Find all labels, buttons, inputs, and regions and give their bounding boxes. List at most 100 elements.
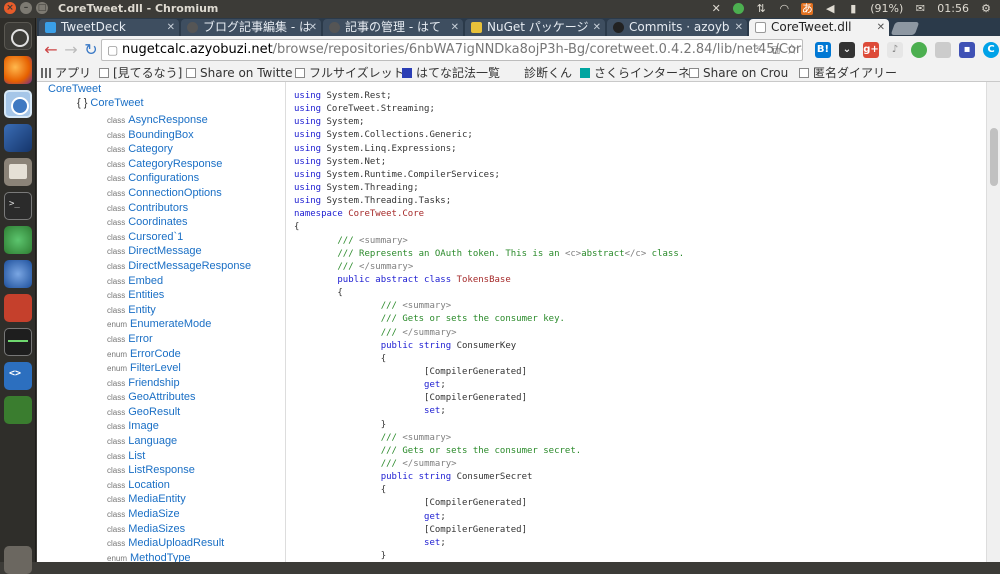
status-green-icon[interactable] [733, 3, 745, 14]
close-icon[interactable]: ✕ [451, 19, 459, 36]
bookmark-shindan[interactable]: 診断くん [510, 64, 572, 82]
arrows-icon[interactable]: ⇅ [755, 2, 767, 15]
type-name-link[interactable]: MediaSize [128, 508, 179, 520]
close-icon[interactable]: ✕ [167, 19, 175, 36]
trash-icon[interactable] [4, 546, 32, 574]
type-name-link[interactable]: Category [128, 143, 173, 155]
type-list-item[interactable]: class Embed [107, 273, 251, 288]
type-list-item[interactable]: enum MethodType [107, 550, 251, 562]
type-name-link[interactable]: Entity [128, 304, 156, 316]
bookmark-fullsize[interactable]: フルサイズレット [295, 64, 405, 82]
pocket-icon[interactable]: ⌄ [839, 42, 855, 58]
type-list-item[interactable]: class Entity [107, 302, 251, 317]
type-list-item[interactable]: class Category [107, 141, 251, 156]
reload-button[interactable]: ↻ [81, 40, 101, 60]
page-scrollbar[interactable] [986, 82, 1000, 562]
type-list-item[interactable]: class Location [107, 477, 251, 492]
ubuntu-dash-icon[interactable] [4, 22, 32, 50]
type-name-link[interactable]: MediaUploadResult [128, 537, 224, 549]
google-plus-icon[interactable]: g+ [863, 42, 879, 58]
type-name-link[interactable]: ErrorCode [130, 348, 181, 360]
close-icon[interactable]: ✕ [735, 19, 743, 36]
translate-icon[interactable]: ⧉ [771, 40, 780, 60]
type-name-link[interactable]: DirectMessage [128, 245, 201, 257]
bookmark-star-icon[interactable]: ☆ [785, 40, 798, 60]
chromium-icon[interactable] [4, 90, 32, 118]
type-name-link[interactable]: Friendship [128, 377, 179, 389]
type-name-link[interactable]: Contributors [128, 202, 188, 214]
power-icon[interactable]: ⚙ [980, 2, 992, 15]
system-monitor-icon[interactable] [4, 328, 32, 356]
type-name-link[interactable]: BoundingBox [128, 129, 193, 141]
close-icon[interactable]: ✕ [877, 19, 885, 36]
namespace-link[interactable]: { } CoreTweet [77, 97, 144, 109]
type-name-link[interactable]: Language [128, 435, 177, 447]
type-list-item[interactable]: class GeoAttributes [107, 389, 251, 404]
tab-commits[interactable]: Commits · azoyb ✕ [607, 19, 747, 36]
type-name-link[interactable]: MediaSizes [128, 523, 185, 535]
type-list-item[interactable]: class Image [107, 418, 251, 433]
mail-icon[interactable]: ✉ [914, 2, 926, 15]
system-settings-icon[interactable] [4, 294, 32, 322]
bookmark-share-twitter[interactable]: Share on Twitte [186, 64, 293, 82]
type-name-link[interactable]: ConnectionOptions [128, 187, 222, 199]
bookmark-anonymous-diary[interactable]: 匿名ダイアリー [799, 64, 897, 82]
files-icon[interactable] [4, 158, 32, 186]
type-list-item[interactable]: enum FilterLevel [107, 360, 251, 375]
code-editor-icon[interactable] [4, 362, 32, 390]
volume-icon[interactable]: ◀ [824, 2, 836, 15]
tab-tweetdeck[interactable]: TweetDeck ✕ [39, 19, 179, 36]
type-name-link[interactable]: Embed [128, 275, 163, 287]
type-name-link[interactable]: DirectMessageResponse [128, 260, 251, 272]
bookmark-miteru-nau[interactable]: [見てるなう] [99, 64, 182, 82]
puzzle-icon[interactable] [935, 42, 951, 58]
type-name-link[interactable]: ListResponse [128, 464, 195, 476]
type-name-link[interactable]: Coordinates [128, 216, 187, 228]
battery-icon[interactable]: ▮ [847, 2, 859, 15]
bookmark-hatena-notation[interactable]: はてな記法一覧 [402, 64, 500, 82]
type-list-item[interactable]: class MediaSize [107, 506, 251, 521]
type-list-item[interactable]: class AsyncResponse [107, 112, 251, 127]
tab-article-manage[interactable]: 記事の管理 - はて ✕ [323, 19, 463, 36]
scrollbar-thumb[interactable] [990, 128, 998, 186]
type-list-item[interactable]: class ConnectionOptions [107, 185, 251, 200]
tab-nuget[interactable]: NuGet パッケージ ✕ [465, 19, 605, 36]
address-bar[interactable]: ▢ nugetcalc.azyobuzi.net/browse/reposito… [101, 39, 803, 61]
type-name-link[interactable]: AsyncResponse [128, 114, 208, 126]
type-list-item[interactable]: class BoundingBox [107, 127, 251, 142]
type-name-link[interactable]: Entities [128, 289, 164, 301]
close-icon[interactable]: ✕ [309, 19, 317, 36]
tab-coretweet-dll[interactable]: CoreTweet.dll ✕ [749, 19, 889, 36]
input-method-icon[interactable]: あ [801, 2, 814, 15]
bookmark-share-crou[interactable]: Share on Crou [689, 64, 788, 82]
type-name-link[interactable]: CategoryResponse [128, 158, 222, 170]
close-icon[interactable]: ✕ [593, 19, 601, 36]
type-list-item[interactable]: class Language [107, 433, 251, 448]
type-name-link[interactable]: Cursored`1 [128, 231, 183, 243]
type-list-item[interactable]: class Coordinates [107, 214, 251, 229]
type-list-item[interactable]: class ListResponse [107, 462, 251, 477]
type-list-item[interactable]: class Cursored`1 [107, 229, 251, 244]
swirl-app-icon[interactable] [4, 260, 32, 288]
bookmark-apps[interactable]: アプリ [41, 64, 91, 82]
type-list-item[interactable]: class DirectMessageResponse [107, 258, 251, 273]
battery-percentage[interactable]: (91%) [870, 2, 903, 15]
type-name-link[interactable]: Image [128, 420, 159, 432]
back-button[interactable]: ← [41, 40, 61, 60]
type-list-item[interactable]: class List [107, 448, 251, 463]
terminal-icon[interactable] [4, 192, 32, 220]
bookmark-sakura[interactable]: さくらインターネ [580, 64, 690, 82]
window-close-button[interactable]: × [4, 2, 16, 14]
type-name-link[interactable]: GeoResult [128, 406, 180, 418]
bolt-icon[interactable]: ⚡ [754, 40, 762, 60]
tab-blog-edit[interactable]: ブログ記事編集 - は ✕ [181, 19, 321, 36]
type-name-link[interactable]: MethodType [130, 552, 191, 562]
bell-icon[interactable]: ♪ [887, 42, 903, 58]
type-list-item[interactable]: class Entities [107, 287, 251, 302]
type-name-link[interactable]: FilterLevel [130, 362, 181, 374]
text-editor-icon[interactable] [4, 124, 32, 152]
new-tab-button[interactable] [890, 22, 920, 35]
window-minimize-button[interactable]: – [20, 2, 32, 14]
type-list-item[interactable]: class Configurations [107, 170, 251, 185]
type-list-item[interactable]: class Friendship [107, 375, 251, 390]
